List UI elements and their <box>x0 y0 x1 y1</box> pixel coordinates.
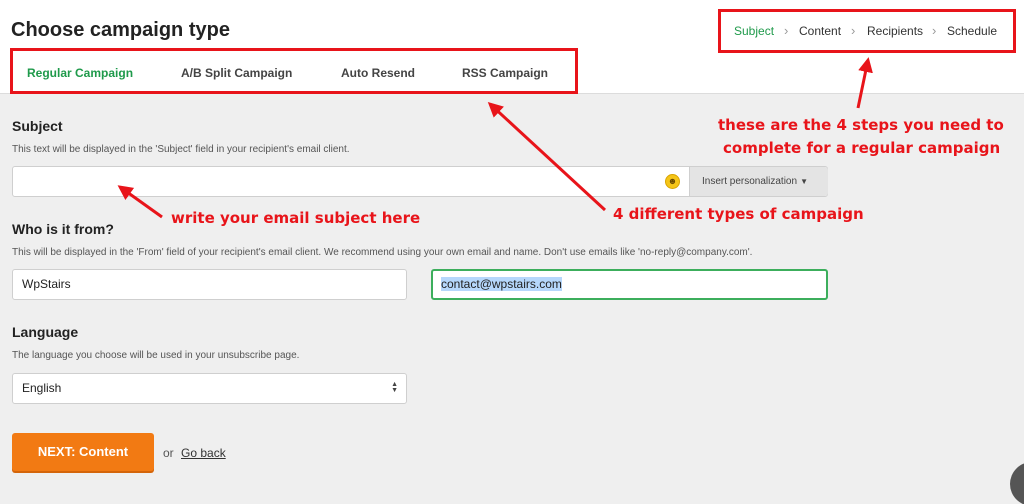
subject-input[interactable] <box>13 167 663 196</box>
steps-breadcrumb: Subject › Content › Recipients › Schedul… <box>718 9 1016 53</box>
subject-annotation: write your email subject here <box>171 209 421 227</box>
steps-annotation-line2: complete for a regular campaign <box>723 139 1001 157</box>
chevron-right-icon: › <box>932 23 937 38</box>
insert-personalization-dropdown[interactable]: Insert personalization ▼ <box>689 167 828 196</box>
step-schedule[interactable]: Schedule <box>947 24 997 38</box>
chevron-right-icon: › <box>784 23 789 38</box>
language-select[interactable]: English ▲ ▼ <box>12 373 407 404</box>
page-header: Choose campaign type Subject › Content ›… <box>0 0 1024 94</box>
caret-down-icon: ▼ <box>800 177 808 186</box>
tab-auto-resend[interactable]: Auto Resend <box>341 66 415 80</box>
subject-field-group: ☻ Insert personalization ▼ <box>12 166 828 197</box>
types-annotation: 4 different types of campaign <box>613 205 864 223</box>
tab-regular-campaign[interactable]: Regular Campaign <box>27 66 133 80</box>
steps-annotation-line1: these are the 4 steps you need to <box>718 116 1004 134</box>
page-title: Choose campaign type <box>11 19 230 41</box>
language-title: Language <box>12 324 79 340</box>
language-selected-value: English <box>22 381 62 395</box>
subject-hint: This text will be displayed in the 'Subj… <box>12 144 350 155</box>
from-name-value: WpStairs <box>22 277 71 291</box>
tab-rss-campaign[interactable]: RSS Campaign <box>462 66 548 80</box>
step-content[interactable]: Content <box>799 24 841 38</box>
step-recipients[interactable]: Recipients <box>867 24 923 38</box>
go-back-link[interactable]: Go back <box>181 446 226 460</box>
chevron-right-icon: › <box>851 23 856 38</box>
or-text: or <box>163 446 174 460</box>
language-hint: The language you choose will be used in … <box>12 350 300 361</box>
step-subject[interactable]: Subject <box>734 24 774 38</box>
campaign-type-tabs: Regular Campaign A/B Split Campaign Auto… <box>10 48 578 94</box>
insert-personalization-label: Insert personalization <box>702 176 798 187</box>
smiley-icon[interactable]: ☻ <box>665 174 680 189</box>
from-hint: This will be displayed in the 'From' fie… <box>12 247 753 258</box>
from-email-value: contact@wpstairs.com <box>441 277 562 291</box>
from-title: Who is it from? <box>12 221 114 237</box>
select-arrows-icon: ▲ ▼ <box>391 381 398 394</box>
subject-title: Subject <box>12 118 63 134</box>
chat-bubble-icon[interactable] <box>1010 462 1024 504</box>
from-name-field[interactable]: WpStairs <box>12 269 407 300</box>
tab-ab-split-campaign[interactable]: A/B Split Campaign <box>181 66 292 80</box>
from-email-field[interactable]: contact@wpstairs.com <box>431 269 828 300</box>
next-content-button[interactable]: NEXT: Content <box>12 433 154 471</box>
